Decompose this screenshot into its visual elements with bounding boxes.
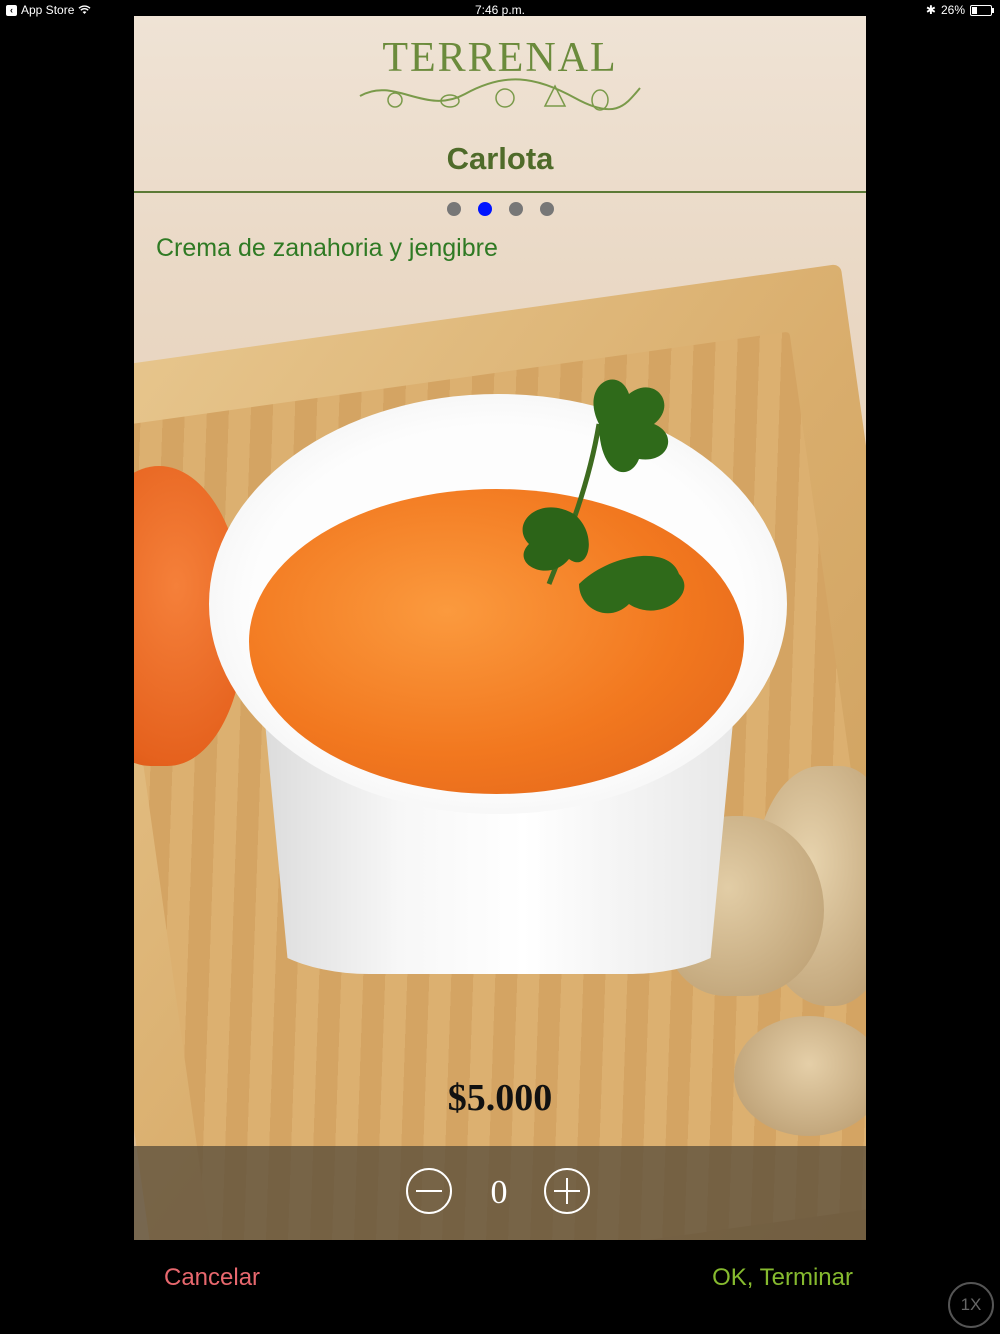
- status-right: ✱ 26%: [925, 3, 994, 17]
- page-dot-active[interactable]: [477, 202, 492, 216]
- bluetooth-icon: ✱: [925, 3, 936, 17]
- cancel-button[interactable]: Cancelar: [164, 1264, 260, 1292]
- parsley-garnish: [522, 379, 685, 614]
- status-time: 7:46 p.m.: [474, 3, 526, 17]
- plus-icon-vertical: [566, 1178, 568, 1204]
- ok-finish-button[interactable]: OK, Terminar: [712, 1264, 853, 1292]
- page-dot[interactable]: [539, 202, 554, 216]
- quantity-stepper: 0: [134, 1146, 866, 1240]
- battery-percent: 26%: [940, 3, 965, 17]
- product-price: $5.000: [447, 1077, 553, 1119]
- vegetables-illustration-icon: [359, 78, 641, 111]
- soup-cup: [209, 379, 787, 974]
- brand-logo: TERRENAL: [134, 34, 866, 116]
- minus-icon: [416, 1190, 442, 1192]
- quantity-value: 0: [490, 1174, 508, 1211]
- page-dot[interactable]: [508, 202, 523, 216]
- product-card[interactable]: TERRENAL Carlota Crema de zanahoria y je…: [134, 16, 866, 1240]
- battery-icon: [970, 4, 994, 16]
- product-description: Crema de zanahoria y jengibre: [156, 234, 498, 262]
- header-divider: [134, 191, 866, 193]
- page-indicator[interactable]: [134, 202, 866, 216]
- decrease-quantity-button[interactable]: [406, 1168, 452, 1214]
- page-dot[interactable]: [446, 202, 461, 216]
- scale-1x-button[interactable]: 1X: [948, 1282, 994, 1328]
- product-title: Carlota: [446, 141, 554, 176]
- increase-quantity-button[interactable]: [544, 1168, 590, 1214]
- logo-text: TERRENAL: [382, 35, 618, 81]
